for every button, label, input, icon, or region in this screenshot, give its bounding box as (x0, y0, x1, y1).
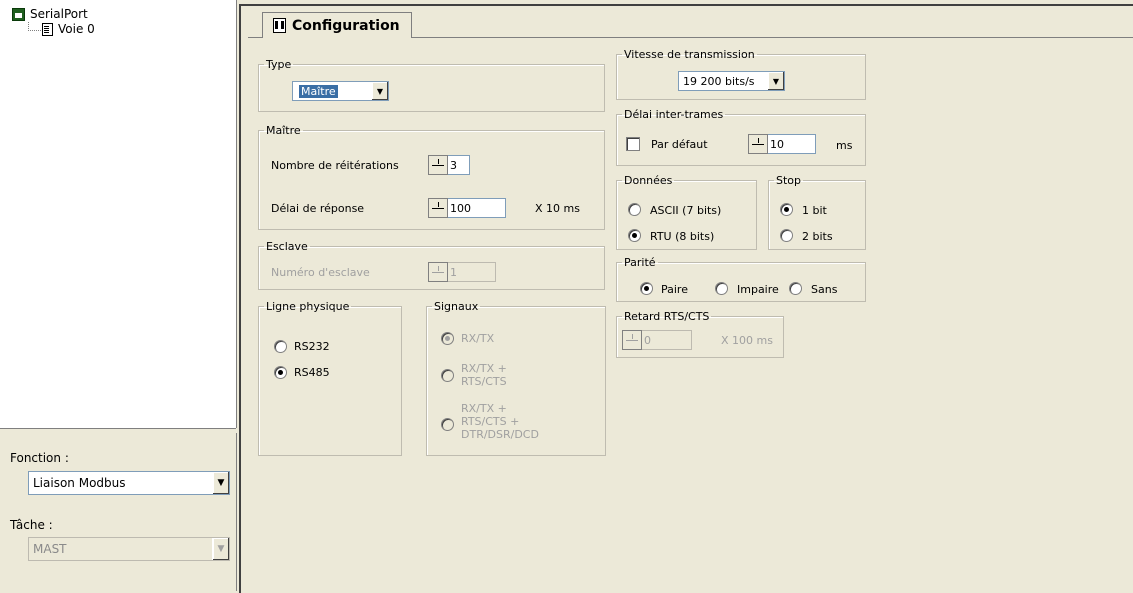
paire-radio[interactable] (640, 282, 653, 295)
channel-function-panel: Fonction : Liaison Modbus ▼ Tâche : MAST… (0, 433, 237, 591)
rxtx-rtscts-radio (441, 369, 454, 382)
ascii-radio[interactable] (628, 203, 641, 216)
delai-inter-trames-stepper[interactable]: 10 (748, 134, 816, 154)
delai-reponse-value[interactable]: 100 (448, 198, 506, 218)
tree-connector (28, 22, 41, 31)
tab-border (412, 37, 1133, 38)
numero-esclave-value: 1 (448, 262, 496, 282)
tache-label: Tâche : (10, 518, 53, 532)
retard-rtscts-value: 0 (642, 330, 692, 350)
chevron-down-icon[interactable]: ▼ (768, 72, 784, 90)
vitesse-select[interactable]: 19 200 bits/s ▼ (678, 71, 785, 91)
tree-item-serialport-label: SerialPort (30, 7, 88, 21)
spin-icon[interactable] (748, 134, 768, 154)
configuration-icon (273, 18, 286, 33)
rxtx-rtscts-dtr-label-2: RTS/CTS + (461, 415, 520, 428)
signaux-legend: Signaux (434, 300, 479, 313)
stop-1bit-radio[interactable] (780, 203, 793, 216)
rxtx-radio (441, 332, 454, 345)
type-legend: Type (266, 58, 292, 71)
delai-inter-trames-group: Délai inter-trames (616, 108, 866, 166)
project-tree: SerialPort Voie 0 (0, 0, 237, 428)
impaire-label: Impaire (737, 283, 779, 296)
maitre-legend: Maître (266, 124, 301, 137)
stop-2bits-label: 2 bits (802, 230, 833, 243)
rxtx-rtscts-label-2: RTS/CTS (461, 375, 507, 388)
delai-reponse-label: Délai de réponse (271, 202, 365, 215)
tab-border (248, 37, 262, 38)
stop-1bit-label: 1 bit (802, 204, 827, 217)
stop-legend: Stop (776, 174, 802, 187)
delai-reponse-unit: X 10 ms (535, 202, 580, 215)
type-value: Maître (299, 84, 338, 98)
tree-item-voie0[interactable]: Voie 0 (42, 22, 95, 36)
rs485-radio[interactable] (274, 366, 287, 379)
rtu-label: RTU (8 bits) (650, 230, 715, 243)
retard-rtscts-unit: X 100 ms (721, 334, 773, 347)
reiterations-label: Nombre de réitérations (271, 159, 399, 172)
rs232-radio[interactable] (274, 340, 287, 353)
fonction-value: Liaison Modbus (33, 476, 126, 490)
chevron-down-icon: ▼ (212, 538, 229, 560)
serialport-icon (12, 7, 25, 21)
rxtx-rtscts-dtr-label-3: DTR/DSR/DCD (461, 428, 539, 441)
vitesse-value: 19 200 bits/s (683, 74, 755, 88)
tache-select[interactable]: MAST ▼ (28, 537, 230, 561)
par-defaut-checkbox[interactable] (626, 137, 640, 151)
impaire-radio[interactable] (715, 282, 728, 295)
fonction-label: Fonction : (10, 451, 69, 465)
tree-item-voie0-label: Voie 0 (58, 22, 95, 36)
type-select[interactable]: Maître ▼ (292, 81, 389, 101)
rxtx-label: RX/TX (461, 332, 495, 345)
document-icon (42, 22, 53, 36)
sans-radio[interactable] (789, 282, 802, 295)
ascii-label: ASCII (7 bits) (650, 204, 722, 217)
tache-value: MAST (33, 542, 67, 556)
spin-icon[interactable] (428, 198, 448, 218)
tab-configuration[interactable]: Configuration (262, 12, 412, 38)
spin-icon (622, 330, 642, 350)
donnees-legend: Données (624, 174, 673, 187)
sans-label: Sans (811, 283, 838, 296)
par-defaut-label: Par défaut (651, 138, 708, 151)
retard-rtscts-stepper[interactable]: 0 (622, 330, 692, 350)
delai-reponse-stepper[interactable]: 100 (428, 198, 506, 218)
numero-esclave-label: Numéro d'esclave (271, 266, 370, 279)
chevron-down-icon[interactable]: ▼ (372, 82, 388, 100)
reiterations-stepper[interactable]: 3 (428, 155, 470, 175)
rs485-label: RS485 (294, 366, 330, 379)
fonction-select[interactable]: Liaison Modbus ▼ (28, 471, 230, 495)
spin-icon (428, 262, 448, 282)
stop-2bits-radio[interactable] (780, 229, 793, 242)
rxtx-rtscts-dtr-label-1: RX/TX + (461, 402, 507, 415)
spin-icon[interactable] (428, 155, 448, 175)
rtu-radio[interactable] (628, 229, 641, 242)
parite-legend: Parité (624, 256, 656, 269)
rxtx-rtscts-dtr-radio (441, 418, 454, 431)
esclave-legend: Esclave (266, 240, 308, 253)
paire-label: Paire (661, 283, 688, 296)
delai-inter-trames-legend: Délai inter-trames (624, 108, 724, 121)
chevron-down-icon[interactable]: ▼ (212, 472, 229, 494)
reiterations-value[interactable]: 3 (448, 155, 470, 175)
numero-esclave-stepper[interactable]: 1 (428, 262, 496, 282)
retard-rtscts-legend: Retard RTS/CTS (624, 310, 710, 323)
tree-item-serialport[interactable]: SerialPort (12, 7, 88, 21)
tab-configuration-label: Configuration (292, 17, 400, 34)
delai-inter-trames-unit: ms (836, 139, 853, 152)
rxtx-rtscts-label-1: RX/TX + (461, 362, 507, 375)
vitesse-legend: Vitesse de transmission (624, 48, 755, 61)
rs232-label: RS232 (294, 340, 330, 353)
ligne-physique-legend: Ligne physique (266, 300, 350, 313)
delai-inter-trames-value[interactable]: 10 (768, 134, 816, 154)
